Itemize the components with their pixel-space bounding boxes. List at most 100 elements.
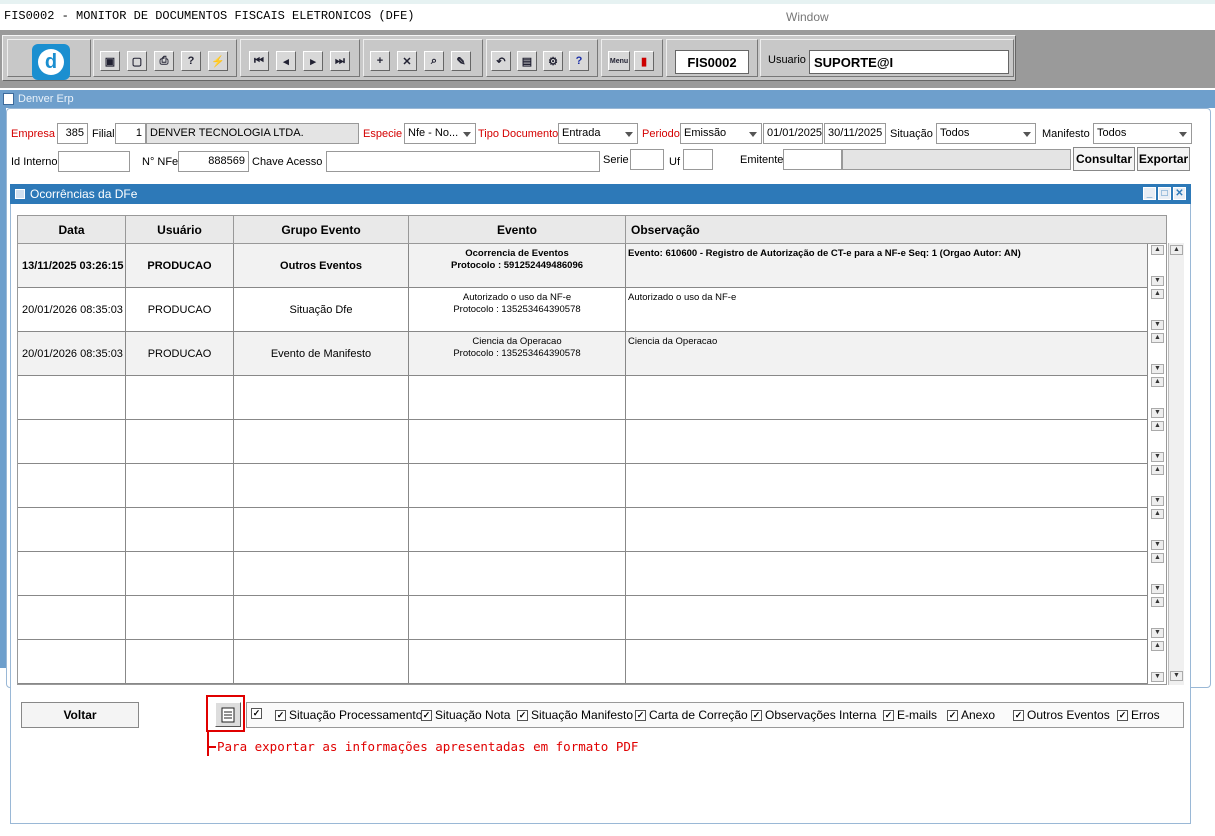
option-checkbox[interactable]: ✓ Situação Processamento	[275, 708, 422, 722]
menu-icon[interactable]: Menu	[608, 51, 630, 71]
scroll-up-icon[interactable]: ▲	[1151, 465, 1164, 475]
checkbox-icon[interactable]: ✓	[1013, 709, 1024, 721]
tools-icon[interactable]: ⚙	[543, 51, 563, 71]
periodo-select[interactable]: Emissão	[680, 123, 762, 144]
column-header-usuario[interactable]: Usuário	[126, 216, 234, 244]
scroll-up-icon[interactable]: ▲	[1151, 333, 1164, 343]
chave-acesso-field[interactable]	[326, 151, 600, 172]
row-scrollbar[interactable]: ▲ ▼	[1151, 508, 1164, 551]
table-row[interactable]: ▲ ▼	[18, 508, 1164, 552]
clipboard-icon[interactable]: ▤	[517, 51, 537, 71]
delete-record-icon[interactable]: ✕	[397, 51, 417, 71]
scroll-down-icon[interactable]: ▼	[1151, 672, 1164, 682]
empresa-field[interactable]: 385	[57, 123, 88, 144]
scroll-down-icon[interactable]: ▼	[1151, 628, 1164, 638]
window-menu[interactable]: Window	[786, 10, 829, 24]
table-row[interactable]: 20/01/2026 08:35:03 PRODUCAO Evento de Man…	[18, 332, 1164, 376]
last-record-icon[interactable]: ⏭	[330, 51, 350, 71]
window-icon[interactable]: ▢	[127, 51, 147, 71]
row-scrollbar[interactable]: ▲ ▼	[1151, 332, 1164, 375]
voltar-button[interactable]: Voltar	[21, 702, 139, 728]
scroll-up-icon[interactable]: ▲	[1151, 553, 1164, 563]
column-header-observacao[interactable]: Observação	[626, 216, 1166, 244]
column-header-grupo-evento[interactable]: Grupo Evento	[234, 216, 409, 244]
checkbox-icon[interactable]: ✓	[251, 708, 262, 719]
nnfe-field[interactable]: 888569	[178, 151, 249, 172]
checkbox-icon[interactable]: ✓	[517, 709, 528, 721]
print-icon[interactable]: ⎙	[154, 51, 174, 71]
column-header-data[interactable]: Data	[18, 216, 126, 244]
option-checkbox[interactable]: ✓ Erros	[1117, 708, 1160, 722]
scroll-down-icon[interactable]: ▼	[1151, 364, 1164, 374]
row-scrollbar[interactable]: ▲ ▼	[1151, 420, 1164, 463]
checkbox-icon[interactable]: ✓	[1117, 709, 1128, 721]
serie-field[interactable]	[630, 149, 664, 170]
checkbox-icon[interactable]: ✓	[275, 709, 286, 721]
checkbox-icon[interactable]: ✓	[751, 709, 762, 721]
scroll-up-icon[interactable]: ▲	[1151, 597, 1164, 607]
help-icon[interactable]: ?	[569, 51, 589, 71]
option-checkbox[interactable]: ✓ Situação Manifesto	[517, 708, 633, 722]
row-scrollbar[interactable]: ▲ ▼	[1151, 464, 1164, 507]
save-icon[interactable]: ▣	[100, 51, 120, 71]
date-to-field[interactable]: 30/11/2025	[824, 123, 886, 144]
maximize-icon[interactable]: □	[1158, 187, 1171, 200]
next-record-icon[interactable]: ▸	[303, 51, 323, 71]
exit-door-icon[interactable]: ▮	[634, 51, 654, 71]
option-checkbox[interactable]: ✓ Outros Eventos	[1013, 708, 1110, 722]
export-pdf-button[interactable]	[215, 702, 241, 727]
scroll-down-icon[interactable]: ▼	[1151, 408, 1164, 418]
option-checkbox[interactable]: ✓	[251, 708, 265, 719]
table-row[interactable]: 13/11/2025 03:26:15 PRODUCAO Outros Evento…	[18, 244, 1164, 288]
table-row[interactable]: 20/01/2026 08:35:03 PRODUCAO Situação Dfe A…	[18, 288, 1164, 332]
tipo-documento-select[interactable]: Entrada	[558, 123, 638, 144]
user-field[interactable]: SUPORTE@I	[809, 50, 1009, 74]
insert-record-icon[interactable]: +	[370, 51, 390, 71]
checkbox-icon[interactable]: ✓	[883, 709, 894, 721]
first-record-icon[interactable]: ⏮	[249, 51, 269, 71]
scroll-down-icon[interactable]: ▼	[1151, 276, 1164, 286]
scroll-up-icon[interactable]: ▲	[1151, 377, 1164, 387]
query-help-icon[interactable]: ?	[181, 51, 201, 71]
scroll-up-icon[interactable]: ▲	[1151, 289, 1164, 299]
checkbox-icon[interactable]: ✓	[947, 709, 958, 721]
manifesto-select[interactable]: Todos	[1093, 123, 1192, 144]
undo-icon[interactable]: ↶	[491, 51, 511, 71]
table-row[interactable]: ▲ ▼	[18, 420, 1164, 464]
option-checkbox[interactable]: ✓ Situação Nota	[421, 708, 510, 722]
clear-icon[interactable]: ✎	[451, 51, 471, 71]
scroll-up-icon[interactable]: ▲	[1151, 641, 1164, 651]
checkbox-icon[interactable]: ✓	[635, 709, 646, 721]
close-icon[interactable]: ✕	[1173, 187, 1186, 200]
table-row[interactable]: ▲ ▼	[18, 464, 1164, 508]
scroll-down-icon[interactable]: ▼	[1151, 540, 1164, 550]
uf-field[interactable]	[683, 149, 713, 170]
option-checkbox[interactable]: ✓ Carta de Correção	[635, 708, 748, 722]
row-scrollbar[interactable]: ▲ ▼	[1151, 640, 1164, 683]
scroll-down-icon[interactable]: ▼	[1151, 452, 1164, 462]
option-checkbox[interactable]: ✓ Anexo	[947, 708, 995, 722]
table-row[interactable]: ▲ ▼	[18, 596, 1164, 640]
column-header-evento[interactable]: Evento	[409, 216, 626, 244]
minimize-icon[interactable]: _	[1143, 187, 1156, 200]
scroll-up-icon[interactable]: ▲	[1151, 421, 1164, 431]
table-row[interactable]: ▲ ▼	[18, 640, 1164, 684]
option-checkbox[interactable]: ✓ E-mails	[883, 708, 937, 722]
especie-select[interactable]: Nfe - No...	[404, 123, 476, 144]
row-scrollbar[interactable]: ▲ ▼	[1151, 288, 1164, 331]
exportar-button[interactable]: Exportar	[1137, 147, 1190, 171]
option-checkbox[interactable]: ✓ Observações Interna	[751, 708, 876, 722]
table-row[interactable]: ▲ ▼	[18, 376, 1164, 420]
row-scrollbar[interactable]: ▲ ▼	[1151, 376, 1164, 419]
id-interno-field[interactable]	[58, 151, 130, 172]
filial-field[interactable]: 1	[115, 123, 146, 144]
row-scrollbar[interactable]: ▲ ▼	[1151, 552, 1164, 595]
scroll-down-icon[interactable]: ▼	[1151, 496, 1164, 506]
consultar-button[interactable]: Consultar	[1073, 147, 1135, 171]
scroll-up-icon[interactable]: ▲	[1170, 245, 1183, 255]
scroll-up-icon[interactable]: ▲	[1151, 509, 1164, 519]
date-from-field[interactable]: 01/01/2025	[763, 123, 823, 144]
table-vertical-scrollbar[interactable]: ▲ ▼	[1168, 243, 1184, 685]
row-scrollbar[interactable]: ▲ ▼	[1151, 244, 1164, 287]
situacao-select[interactable]: Todos	[936, 123, 1036, 144]
